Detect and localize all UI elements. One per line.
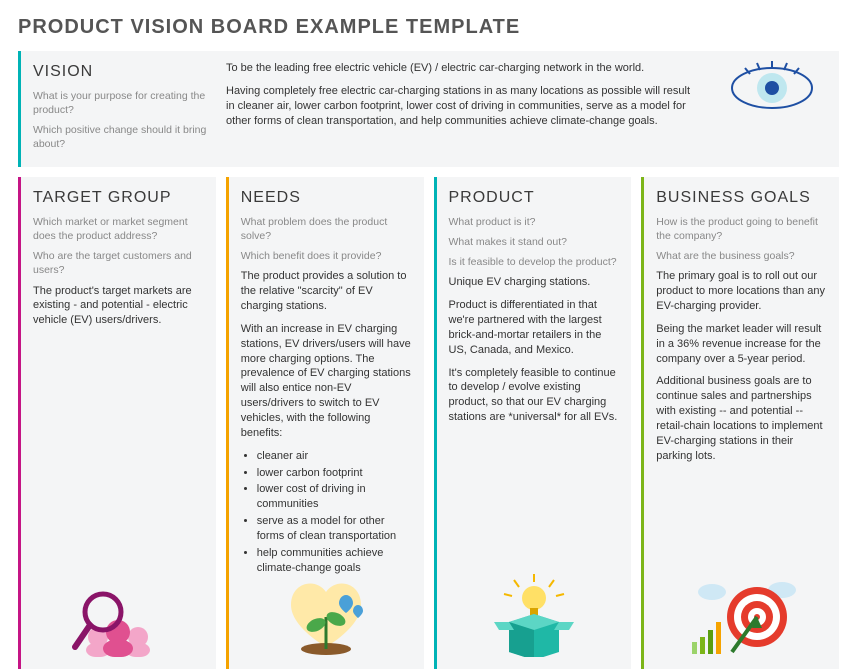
- needs-column: NEEDS What problem does the product solv…: [226, 177, 424, 669]
- target-q2: Who are the target customers and users?: [33, 249, 204, 277]
- business-goals-column: BUSINESS GOALS How is the product going …: [641, 177, 839, 669]
- needs-title: NEEDS: [241, 187, 412, 209]
- goals-title: BUSINESS GOALS: [656, 187, 827, 209]
- product-q2: What makes it stand out?: [449, 235, 620, 249]
- goals-q2: What are the business goals?: [656, 249, 827, 263]
- target-growth-icon: [656, 577, 827, 657]
- product-q1: What product is it?: [449, 215, 620, 229]
- product-p3: It's completely feasible to continue to …: [449, 366, 620, 425]
- product-column: PRODUCT What product is it? What makes i…: [434, 177, 632, 669]
- page-title: PRODUCT VISION BOARD EXAMPLE TEMPLATE: [18, 14, 839, 41]
- columns-row: TARGET GROUP Which market or market segm…: [18, 177, 839, 669]
- list-item: serve as a model for other forms of clea…: [257, 514, 412, 544]
- vision-section: VISION What is your purpose for creating…: [18, 51, 839, 167]
- needs-p2: With an increase in EV charging stations…: [241, 322, 412, 441]
- needs-p1: The product provides a solution to the r…: [241, 269, 412, 314]
- target-title: TARGET GROUP: [33, 187, 204, 209]
- vision-p2: Having completely free electric car-char…: [226, 84, 699, 129]
- vision-p1: To be the leading free electric vehicle …: [226, 61, 699, 76]
- list-item: help communities achieve climate-change …: [257, 546, 412, 576]
- goals-q1: How is the product going to benefit the …: [656, 215, 827, 243]
- product-p2: Product is differentiated in that we're …: [449, 298, 620, 357]
- goals-p3: Additional business goals are to continu…: [656, 374, 827, 463]
- target-group-column: TARGET GROUP Which market or market segm…: [18, 177, 216, 669]
- product-p1: Unique EV charging stations.: [449, 275, 620, 290]
- goals-p1: The primary goal is to roll out our prod…: [656, 269, 827, 314]
- needs-q1: What problem does the product solve?: [241, 215, 412, 243]
- product-q3: Is it feasible to develop the product?: [449, 255, 620, 269]
- vision-q2: Which positive change should it bring ab…: [33, 123, 208, 151]
- needs-q2: Which benefit does it provide?: [241, 249, 412, 263]
- plant-heart-icon: [241, 577, 412, 657]
- vision-q1: What is your purpose for creating the pr…: [33, 89, 208, 117]
- list-item: lower carbon footprint: [257, 466, 412, 481]
- list-item: lower cost of driving in communities: [257, 482, 412, 512]
- lightbulb-box-icon: [449, 577, 620, 657]
- people-magnifier-icon: [33, 577, 204, 657]
- goals-p2: Being the market leader will result in a…: [656, 322, 827, 367]
- target-q1: Which market or market segment does the …: [33, 215, 204, 243]
- vision-title: VISION: [33, 61, 208, 83]
- product-title: PRODUCT: [449, 187, 620, 209]
- list-item: cleaner air: [257, 449, 412, 464]
- needs-bullets: cleaner air lower carbon footprint lower…: [241, 449, 412, 576]
- eye-icon: [717, 61, 827, 116]
- target-p1: The product's target markets are existin…: [33, 284, 204, 329]
